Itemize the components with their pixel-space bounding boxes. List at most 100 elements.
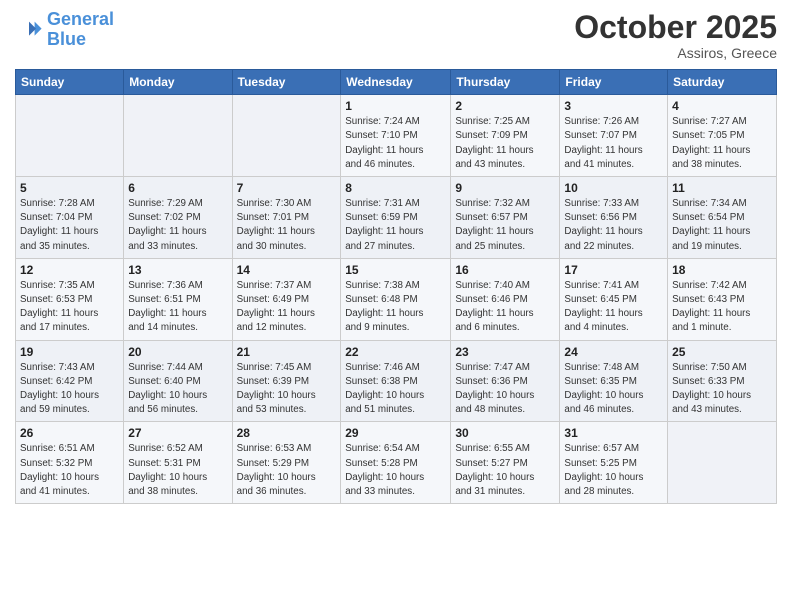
day-info: Sunrise: 7:28 AM Sunset: 7:04 PM Dayligh… <box>20 197 119 254</box>
weekday-header-friday: Friday <box>560 70 668 95</box>
day-number: 6 <box>128 181 227 195</box>
day-info: Sunrise: 7:24 AM Sunset: 7:10 PM Dayligh… <box>345 115 446 172</box>
day-info: Sunrise: 6:57 AM Sunset: 5:25 PM Dayligh… <box>564 442 663 499</box>
calendar-page: General Blue October 2025 Assiros, Greec… <box>0 0 792 612</box>
day-number: 29 <box>345 426 446 440</box>
day-cell: 22 Sunrise: 7:46 AM Sunset: 6:38 PM Dayli… <box>341 340 451 422</box>
day-cell: 20 Sunrise: 7:44 AM Sunset: 6:40 PM Dayli… <box>124 340 232 422</box>
weekday-header-tuesday: Tuesday <box>232 70 341 95</box>
day-info: Sunrise: 7:29 AM Sunset: 7:02 PM Dayligh… <box>128 197 227 254</box>
day-number: 22 <box>345 345 446 359</box>
day-cell <box>668 422 777 504</box>
day-cell: 17 Sunrise: 7:41 AM Sunset: 6:45 PM Dayli… <box>560 258 668 340</box>
day-info: Sunrise: 6:54 AM Sunset: 5:28 PM Dayligh… <box>345 442 446 499</box>
day-number: 31 <box>564 426 663 440</box>
week-row-1: 1 Sunrise: 7:24 AM Sunset: 7:10 PM Daylig… <box>16 95 777 177</box>
day-number: 20 <box>128 345 227 359</box>
day-number: 14 <box>237 263 337 277</box>
logo-icon <box>15 16 43 44</box>
day-info: Sunrise: 7:42 AM Sunset: 6:43 PM Dayligh… <box>672 279 772 336</box>
day-cell: 27Sunrise: 6:52 AM Sunset: 5:31 PM Dayli… <box>124 422 232 504</box>
day-number: 16 <box>455 263 555 277</box>
page-header: General Blue October 2025 Assiros, Greec… <box>15 10 777 61</box>
day-cell: 7 Sunrise: 7:30 AM Sunset: 7:01 PM Daylig… <box>232 177 341 259</box>
day-info: Sunrise: 7:34 AM Sunset: 6:54 PM Dayligh… <box>672 197 772 254</box>
day-cell: 30 Sunrise: 6:55 AM Sunset: 5:27 PM Dayli… <box>451 422 560 504</box>
day-number: 21 <box>237 345 337 359</box>
day-cell <box>124 95 232 177</box>
day-info: Sunrise: 7:26 AM Sunset: 7:07 PM Dayligh… <box>564 115 663 172</box>
day-number: 15 <box>345 263 446 277</box>
day-number: 4 <box>672 99 772 113</box>
day-cell: 5 Sunrise: 7:28 AM Sunset: 7:04 PM Daylig… <box>16 177 124 259</box>
weekday-header-saturday: Saturday <box>668 70 777 95</box>
weekday-header-thursday: Thursday <box>451 70 560 95</box>
day-cell: 8Sunrise: 7:31 AM Sunset: 6:59 PM Daylig… <box>341 177 451 259</box>
day-info: Sunrise: 6:51 AM Sunset: 5:32 PM Dayligh… <box>20 442 119 499</box>
logo: General Blue <box>15 10 114 50</box>
day-cell: 10 Sunrise: 7:33 AM Sunset: 6:56 PM Dayli… <box>560 177 668 259</box>
day-info: Sunrise: 7:48 AM Sunset: 6:35 PM Dayligh… <box>564 361 663 418</box>
day-info: Sunrise: 7:50 AM Sunset: 6:33 PM Dayligh… <box>672 361 772 418</box>
day-number: 8 <box>345 181 446 195</box>
day-info: Sunrise: 6:55 AM Sunset: 5:27 PM Dayligh… <box>455 442 555 499</box>
day-cell: 1 Sunrise: 7:24 AM Sunset: 7:10 PM Daylig… <box>341 95 451 177</box>
day-number: 11 <box>672 181 772 195</box>
day-cell: 11 Sunrise: 7:34 AM Sunset: 6:54 PM Dayli… <box>668 177 777 259</box>
day-number: 17 <box>564 263 663 277</box>
weekday-header-row: SundayMondayTuesdayWednesdayThursdayFrid… <box>16 70 777 95</box>
day-info: Sunrise: 7:47 AM Sunset: 6:36 PM Dayligh… <box>455 361 555 418</box>
week-row-4: 19Sunrise: 7:43 AM Sunset: 6:42 PM Dayli… <box>16 340 777 422</box>
day-cell: 16Sunrise: 7:40 AM Sunset: 6:46 PM Dayli… <box>451 258 560 340</box>
day-info: Sunrise: 7:30 AM Sunset: 7:01 PM Dayligh… <box>237 197 337 254</box>
day-cell: 9Sunrise: 7:32 AM Sunset: 6:57 PM Daylig… <box>451 177 560 259</box>
day-info: Sunrise: 7:36 AM Sunset: 6:51 PM Dayligh… <box>128 279 227 336</box>
weekday-header-monday: Monday <box>124 70 232 95</box>
calendar-table: SundayMondayTuesdayWednesdayThursdayFrid… <box>15 69 777 504</box>
day-number: 12 <box>20 263 119 277</box>
day-info: Sunrise: 7:33 AM Sunset: 6:56 PM Dayligh… <box>564 197 663 254</box>
day-number: 10 <box>564 181 663 195</box>
day-info: Sunrise: 7:46 AM Sunset: 6:38 PM Dayligh… <box>345 361 446 418</box>
day-number: 25 <box>672 345 772 359</box>
day-cell: 31 Sunrise: 6:57 AM Sunset: 5:25 PM Dayli… <box>560 422 668 504</box>
day-cell: 28 Sunrise: 6:53 AM Sunset: 5:29 PM Dayli… <box>232 422 341 504</box>
day-number: 13 <box>128 263 227 277</box>
day-info: Sunrise: 7:45 AM Sunset: 6:39 PM Dayligh… <box>237 361 337 418</box>
day-number: 7 <box>237 181 337 195</box>
day-cell: 4 Sunrise: 7:27 AM Sunset: 7:05 PM Daylig… <box>668 95 777 177</box>
location: Assiros, Greece <box>574 45 777 61</box>
day-number: 1 <box>345 99 446 113</box>
day-info: Sunrise: 7:35 AM Sunset: 6:53 PM Dayligh… <box>20 279 119 336</box>
day-cell <box>232 95 341 177</box>
day-cell: 24 Sunrise: 7:48 AM Sunset: 6:35 PM Dayli… <box>560 340 668 422</box>
day-info: Sunrise: 7:25 AM Sunset: 7:09 PM Dayligh… <box>455 115 555 172</box>
day-info: Sunrise: 7:27 AM Sunset: 7:05 PM Dayligh… <box>672 115 772 172</box>
day-number: 9 <box>455 181 555 195</box>
day-number: 19 <box>20 345 119 359</box>
day-cell: 14 Sunrise: 7:37 AM Sunset: 6:49 PM Dayli… <box>232 258 341 340</box>
day-info: Sunrise: 7:37 AM Sunset: 6:49 PM Dayligh… <box>237 279 337 336</box>
week-row-3: 12 Sunrise: 7:35 AM Sunset: 6:53 PM Dayli… <box>16 258 777 340</box>
day-info: Sunrise: 6:53 AM Sunset: 5:29 PM Dayligh… <box>237 442 337 499</box>
week-row-5: 26 Sunrise: 6:51 AM Sunset: 5:32 PM Dayli… <box>16 422 777 504</box>
weekday-header-sunday: Sunday <box>16 70 124 95</box>
day-info: Sunrise: 7:44 AM Sunset: 6:40 PM Dayligh… <box>128 361 227 418</box>
day-number: 26 <box>20 426 119 440</box>
day-cell: 6 Sunrise: 7:29 AM Sunset: 7:02 PM Daylig… <box>124 177 232 259</box>
day-info: Sunrise: 7:38 AM Sunset: 6:48 PM Dayligh… <box>345 279 446 336</box>
day-number: 28 <box>237 426 337 440</box>
day-number: 24 <box>564 345 663 359</box>
day-info: Sunrise: 7:41 AM Sunset: 6:45 PM Dayligh… <box>564 279 663 336</box>
day-cell: 18Sunrise: 7:42 AM Sunset: 6:43 PM Dayli… <box>668 258 777 340</box>
day-number: 5 <box>20 181 119 195</box>
day-cell: 13 Sunrise: 7:36 AM Sunset: 6:51 PM Dayli… <box>124 258 232 340</box>
day-cell: 26 Sunrise: 6:51 AM Sunset: 5:32 PM Dayli… <box>16 422 124 504</box>
day-cell: 2Sunrise: 7:25 AM Sunset: 7:09 PM Daylig… <box>451 95 560 177</box>
day-cell: 25 Sunrise: 7:50 AM Sunset: 6:33 PM Dayli… <box>668 340 777 422</box>
day-cell: 15 Sunrise: 7:38 AM Sunset: 6:48 PM Dayli… <box>341 258 451 340</box>
day-cell <box>16 95 124 177</box>
logo-text: General Blue <box>47 10 114 50</box>
day-number: 30 <box>455 426 555 440</box>
day-number: 27 <box>128 426 227 440</box>
